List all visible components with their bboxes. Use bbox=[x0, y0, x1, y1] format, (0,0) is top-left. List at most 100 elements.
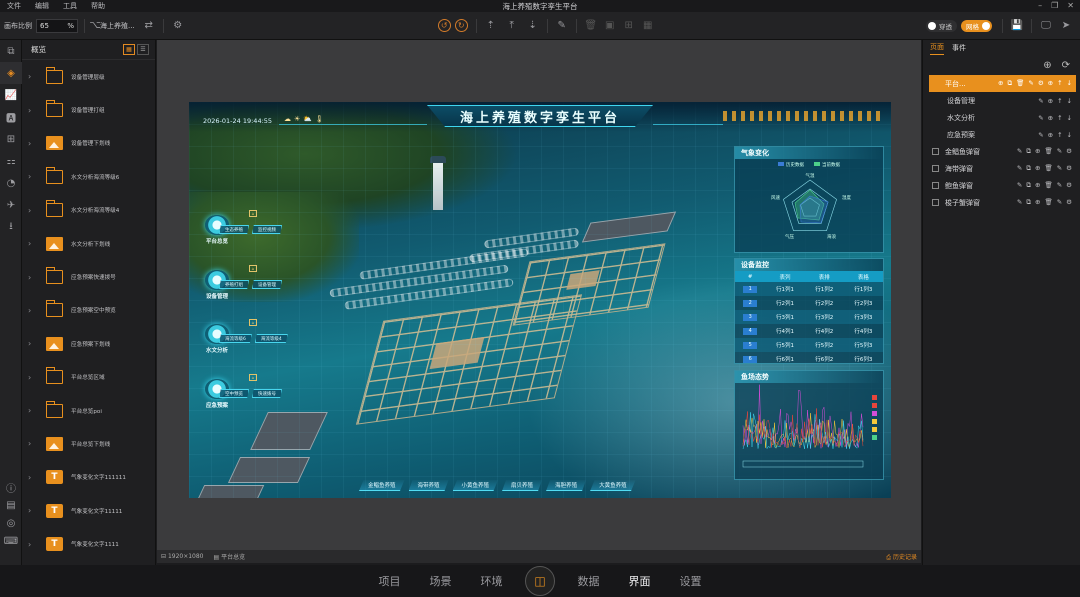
up-arrow-icon[interactable]: ↑ bbox=[1057, 97, 1062, 105]
layers-icon[interactable]: ◈ bbox=[0, 62, 22, 84]
minimize-icon[interactable]: – bbox=[1038, 1, 1042, 10]
farming-tab[interactable]: 大黄鱼养殖 bbox=[590, 480, 636, 491]
chevron-right-icon[interactable]: › bbox=[28, 339, 40, 348]
layer-item[interactable]: › 应急预案下划线 bbox=[22, 327, 155, 360]
delete-icon[interactable]: 🗑 bbox=[583, 18, 599, 34]
edit-icon[interactable]: ✎ bbox=[1057, 198, 1062, 207]
layer-item[interactable]: › 平台总览下划线 bbox=[22, 427, 155, 460]
text-icon[interactable]: 🅰 bbox=[0, 106, 22, 128]
page-row[interactable]: 海带弹窗 ✎ ⧉ ⊕ 🗑 ✎ ⚙ bbox=[923, 160, 1080, 177]
layer-item[interactable]: › 应急预案空中预览 bbox=[22, 294, 155, 327]
publish-icon[interactable]: ➤ bbox=[1058, 18, 1074, 34]
stage-sub-button[interactable]: 海流等级4 bbox=[254, 334, 288, 343]
undo-icon[interactable]: ↺ bbox=[437, 19, 451, 32]
menu-file[interactable]: 文件 bbox=[0, 1, 28, 11]
table-row[interactable]: 5 行5列1 行5列2 行5列3 bbox=[735, 338, 883, 352]
nav-5[interactable]: 设置 bbox=[665, 573, 716, 589]
menu-edit[interactable]: 编辑 bbox=[28, 1, 56, 11]
component-icon[interactable]: ⧉ bbox=[0, 40, 22, 62]
restore-icon[interactable]: ❐ bbox=[1051, 1, 1058, 10]
layer-item[interactable]: › 平台总览poi bbox=[22, 394, 155, 427]
page-row[interactable]: 鲍鱼弹窗 ✎ ⧉ ⊕ 🗑 ✎ ⚙ bbox=[923, 177, 1080, 194]
delete-icon[interactable]: 🗑 bbox=[1016, 79, 1024, 88]
down-arrow-icon[interactable]: ↓ bbox=[1067, 131, 1072, 139]
stage-sub-button[interactable]: 设备管理 bbox=[252, 280, 282, 289]
tab-pages[interactable]: 页面 bbox=[930, 42, 944, 55]
chevron-right-icon[interactable]: › bbox=[28, 540, 40, 549]
shapes-icon[interactable]: ◔ bbox=[0, 172, 22, 194]
menu-help[interactable]: 帮助 bbox=[84, 1, 112, 11]
add-icon[interactable]: ⊕ bbox=[1048, 131, 1053, 139]
chevron-right-icon[interactable]: › bbox=[28, 473, 40, 482]
settings-icon[interactable]: ⚙ bbox=[1066, 164, 1072, 173]
nav-3[interactable]: 数据 bbox=[563, 573, 614, 589]
table-row[interactable]: 1 行1列1 行1列2 行1列3 bbox=[735, 282, 883, 296]
table-row[interactable]: 3 行3列1 行3列2 行3列3 bbox=[735, 310, 883, 324]
globe-icon[interactable]: ◎ bbox=[0, 514, 22, 532]
stage-sub-button[interactable]: 空中预览 bbox=[219, 389, 249, 398]
page-row[interactable]: 水文分析 ✎ ⊕ ↑ ↓ bbox=[923, 109, 1080, 126]
delete-icon[interactable]: 🗑 bbox=[1044, 164, 1052, 173]
nav-2[interactable]: 环境 bbox=[466, 573, 517, 589]
settings-icon[interactable]: ⚙ bbox=[170, 18, 186, 34]
group-icon[interactable]: ▣ bbox=[602, 18, 618, 34]
layer-item[interactable]: › 水文分析海流等级4 bbox=[22, 194, 155, 227]
copy-icon[interactable]: ⧉ bbox=[1026, 147, 1031, 156]
nav-0[interactable]: 项目 bbox=[364, 573, 415, 589]
edit-icon[interactable]: ✎ bbox=[1017, 164, 1022, 173]
edit-icon[interactable]: ✎ bbox=[1017, 198, 1022, 207]
farming-tab[interactable]: 扇贝养殖 bbox=[502, 480, 543, 491]
copy-icon[interactable]: ⧉ bbox=[1026, 164, 1031, 173]
page-row[interactable]: 设备管理 ✎ ⊕ ↑ ↓ bbox=[923, 92, 1080, 109]
add-page-icon[interactable]: ⊕ bbox=[1043, 60, 1051, 71]
canvas-area[interactable]: 海上养殖数字孪生平台 2026-01-24 19:44:55 ☁☀⛅🌡 平台总览… bbox=[157, 40, 921, 550]
settings-icon[interactable]: ⚙ bbox=[1066, 147, 1072, 156]
layer-item[interactable]: › 设备管理下划线 bbox=[22, 127, 155, 160]
chevron-right-icon[interactable]: › bbox=[28, 406, 40, 415]
zoom-slider[interactable] bbox=[742, 460, 864, 468]
page-row[interactable]: 应急预案 ✎ ⊕ ↑ ↓ bbox=[923, 126, 1080, 143]
nav-4[interactable]: 界面 bbox=[614, 573, 665, 589]
add-icon[interactable]: ⊕ bbox=[1048, 97, 1053, 105]
stage-sub-button[interactable]: 生态养殖 bbox=[219, 225, 249, 234]
grid-view-icon[interactable]: ▦ bbox=[123, 44, 135, 55]
down-arrow-icon[interactable]: ↓ bbox=[1067, 97, 1072, 105]
align-top-icon[interactable]: ⤒ bbox=[504, 18, 520, 34]
chart-icon[interactable]: 📈 bbox=[0, 84, 22, 106]
table-icon[interactable]: ⊞ bbox=[0, 128, 22, 150]
down-arrow-icon[interactable]: ↓ bbox=[1067, 79, 1072, 88]
help-icon[interactable]: ⓘ bbox=[0, 478, 22, 496]
edit-icon[interactable]: ✎ bbox=[1038, 97, 1043, 105]
download-icon[interactable]: ⇣ bbox=[525, 18, 541, 34]
farming-tab[interactable]: 海胆养殖 bbox=[546, 480, 587, 491]
edit-icon[interactable]: ✎ bbox=[1038, 131, 1043, 139]
up-arrow-icon[interactable]: ↑ bbox=[1057, 79, 1062, 88]
delete-icon[interactable]: 🗑 bbox=[1044, 181, 1052, 190]
swap-icon[interactable]: ⇄ bbox=[141, 18, 157, 34]
page-row[interactable]: 梭子蟹弹窗 ✎ ⧉ ⊕ 🗑 ✎ ⚙ bbox=[923, 194, 1080, 211]
stage-sub-button[interactable]: 监控视频 bbox=[252, 225, 282, 234]
copy-icon[interactable]: ⧉ bbox=[1026, 198, 1031, 207]
copy-icon[interactable]: ⧉ bbox=[1026, 181, 1031, 190]
settings-icon[interactable]: ⚙ bbox=[1038, 79, 1044, 88]
copy-icon[interactable]: ⧉ bbox=[1007, 79, 1012, 88]
scale-input[interactable]: 65 % bbox=[36, 18, 78, 33]
keyboard-icon[interactable]: ⌨ bbox=[0, 532, 22, 550]
settings-icon[interactable]: ⚙ bbox=[1066, 198, 1072, 207]
settings-icon[interactable]: ⚙ bbox=[1066, 181, 1072, 190]
through-toggle[interactable]: 穿透 bbox=[926, 19, 957, 32]
edit-icon[interactable]: ✎ bbox=[1017, 147, 1022, 156]
add-icon[interactable]: ⊕ bbox=[1048, 114, 1053, 122]
chevron-right-icon[interactable]: › bbox=[28, 373, 40, 382]
delete-icon[interactable]: 🗑 bbox=[1044, 198, 1052, 207]
layer-item[interactable]: › 平台总览区域 bbox=[22, 361, 155, 394]
layer-item[interactable]: › T 气象变化文字1111 bbox=[22, 527, 155, 560]
edit-icon[interactable]: ✎ bbox=[1057, 147, 1062, 156]
ungroup-icon[interactable]: ⊞ bbox=[621, 18, 637, 34]
up-arrow-icon[interactable]: ↑ bbox=[1057, 114, 1062, 122]
tab-events[interactable]: 事件 bbox=[952, 43, 966, 55]
stage-sub-button[interactable]: 快速拨号 bbox=[252, 389, 282, 398]
brush-icon[interactable]: ✎ bbox=[554, 18, 570, 34]
add-icon[interactable]: ⊕ bbox=[1035, 147, 1040, 156]
chevron-right-icon[interactable]: › bbox=[28, 206, 40, 215]
